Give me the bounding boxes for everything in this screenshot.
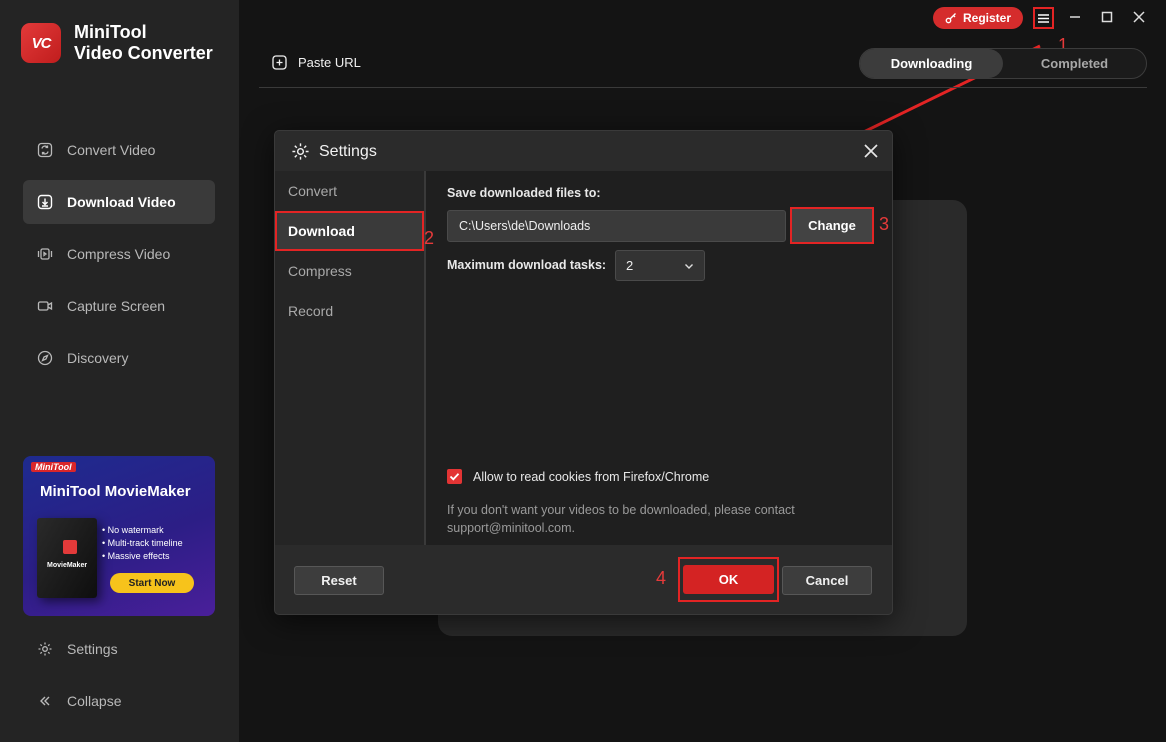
max-tasks-label: Maximum download tasks: [447,258,607,272]
app-name-line1: MiniTool [74,22,147,42]
compress-icon [37,248,53,260]
sidebar-nav: Convert Video Download Video Compress Vi… [23,128,215,388]
app-name-line2: Video Converter [74,43,213,63]
hamburger-menu-icon [1038,13,1049,23]
annotation-2: 2 [424,228,435,248]
dialog-title-text: Settings [319,142,377,160]
promo-brand: MiniTool [31,462,76,472]
product-box-label: MovieMaker [47,562,88,569]
paste-url-button[interactable]: Paste URL [272,55,361,70]
ok-button[interactable]: OK [683,565,774,594]
dialog-footer: Reset OK Cancel [275,545,892,615]
max-tasks-select[interactable]: 2 [615,250,705,281]
gear-icon [38,642,52,656]
product-logo-icon [63,540,77,554]
download-note: If you don't want your videos to be down… [447,501,867,537]
sidebar-item-label: Discovery [67,350,129,366]
note-line-1: If you don't want your videos to be down… [447,503,795,517]
minimize-icon [1070,16,1080,18]
promo-feature: No watermark [102,524,183,537]
cancel-button[interactable]: Cancel [782,566,872,595]
close-icon[interactable] [862,142,880,160]
sidebar-item-settings[interactable]: Settings [23,627,215,671]
close-icon [1133,11,1145,23]
cookies-label: Allow to read cookies from Firefox/Chrom… [473,469,710,484]
sidebar-item-collapse[interactable]: Collapse [23,679,215,723]
start-now-button[interactable]: Start Now [110,573,194,593]
annotation-4: 4 [656,568,667,588]
key-icon [945,13,956,24]
sidebar-item-label: Capture Screen [67,298,166,314]
dialog-title: Settings [291,142,377,161]
sidebar-item-convert-video[interactable]: Convert Video [23,128,215,172]
note-line-2: support@minitool.com. [447,521,576,535]
download-icon [37,194,53,210]
maximize-icon [1101,11,1113,23]
dialog-body: Convert Download Compress Record Save do… [275,171,892,545]
max-tasks-value: 2 [626,258,634,273]
sidebar-item-compress-video[interactable]: Compress Video [23,232,215,276]
app-logo: VC MiniTool Video Converter [21,22,213,64]
sidebar-item-label: Settings [67,641,118,657]
reset-button[interactable]: Reset [294,566,384,595]
sidebar-item-label: Convert Video [67,142,156,158]
change-button[interactable]: Change [790,207,874,244]
register-label: Register [962,11,1012,25]
chevron-down-icon [685,263,693,269]
tab-compress[interactable]: Compress [275,251,424,291]
annotation-3: 3 [879,214,890,234]
cookies-option[interactable]: Allow to read cookies from Firefox/Chrom… [447,469,709,484]
save-path-field[interactable]: C:\Users\de\Downloads [447,210,786,242]
download-tabs: Downloading Completed [859,48,1147,79]
camera-icon [37,301,53,311]
sidebar-item-label: Compress Video [67,246,171,262]
sidebar-item-label: Collapse [67,693,122,709]
tab-convert[interactable]: Convert [275,171,424,211]
save-location-label: Save downloaded files to: [447,186,601,200]
promo-feature: Multi-track timeline [102,537,183,550]
product-box-image: MovieMaker [37,518,97,598]
sidebar-item-discovery[interactable]: Discovery [23,336,215,380]
tab-record[interactable]: Record [275,291,424,331]
checkmark-icon [449,473,460,481]
paste-url-label: Paste URL [298,55,361,70]
cookies-checkbox[interactable] [447,469,462,484]
sidebar-item-label: Download Video [67,194,176,210]
register-button[interactable]: Register [933,7,1023,29]
compass-icon [37,350,53,366]
plus-square-icon [272,55,287,70]
promo-feature: Massive effects [102,550,183,563]
sidebar-item-capture-screen[interactable]: Capture Screen [23,284,215,328]
app-name: MiniTool Video Converter [74,22,213,64]
promo-banner[interactable]: MiniTool MiniTool MovieMaker MovieMaker … [23,456,215,616]
close-window-button[interactable] [1130,8,1148,26]
chevrons-left-icon [40,696,50,706]
tab-completed[interactable]: Completed [1003,49,1146,78]
gear-icon [292,143,309,160]
menu-button[interactable] [1033,7,1054,29]
tab-download[interactable]: Download [275,211,424,251]
sidebar-item-download-video[interactable]: Download Video [23,180,215,224]
promo-title: MiniTool MovieMaker [40,483,191,500]
minimize-button[interactable] [1066,8,1084,26]
convert-icon [37,142,53,158]
promo-features: No watermark Multi-track timeline Massiv… [102,524,183,563]
settings-dialog: Settings Convert Download Compress Recor… [274,130,893,615]
maximize-button[interactable] [1098,8,1116,26]
settings-tabs: Convert Download Compress Record [275,171,426,545]
header-divider [259,87,1147,88]
download-settings-panel: Save downloaded files to: C:\Users\de\Do… [447,171,887,545]
app-logo-icon: VC [21,23,61,63]
sidebar-bottom: Settings Collapse [23,627,215,731]
sidebar: VC MiniTool Video Converter Convert Vide… [0,0,239,742]
tab-downloading[interactable]: Downloading [860,49,1003,78]
